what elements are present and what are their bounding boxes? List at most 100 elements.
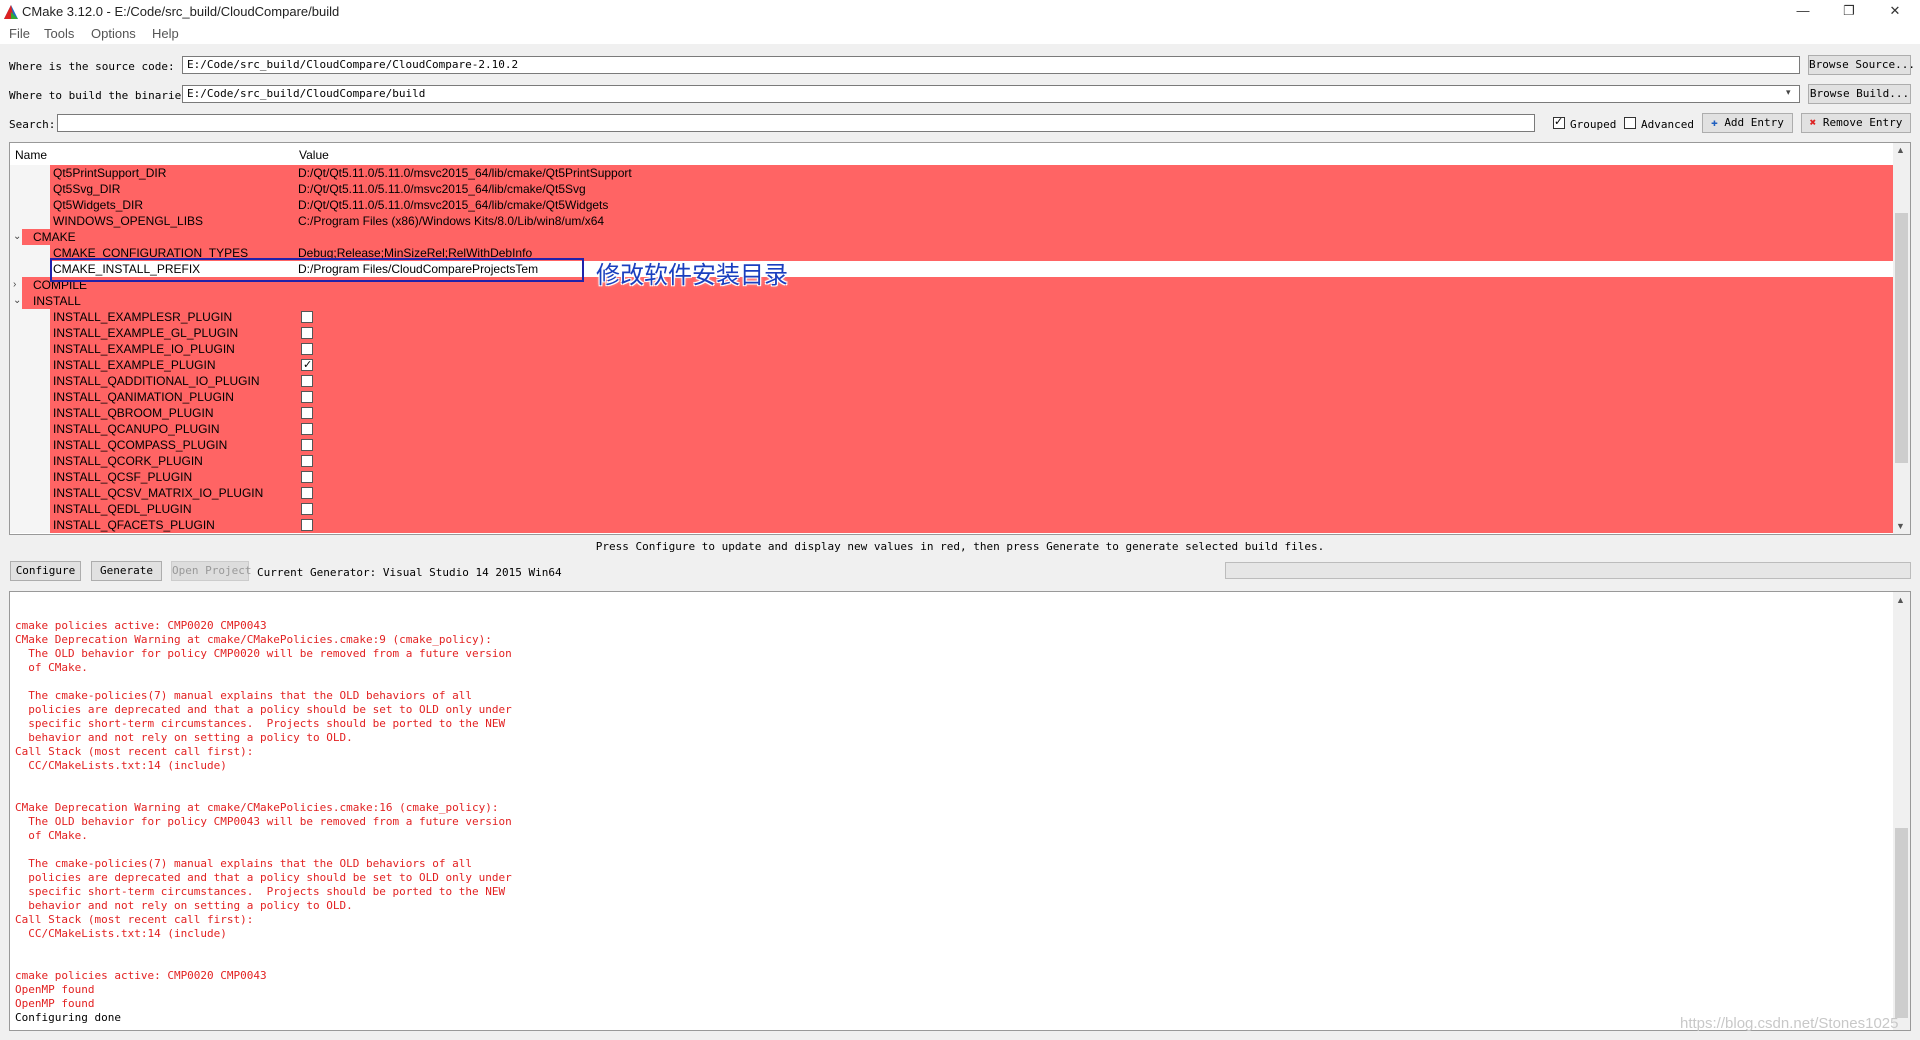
tree-row[interactable]: INSTALL_EXAMPLE_PLUGIN [10,357,1894,373]
log-line: Configuring done [15,1011,121,1024]
advanced-checkbox[interactable] [1624,117,1636,129]
tree-row[interactable]: INSTALL_QBROOM_PLUGIN [10,405,1894,421]
chevron-down-icon[interactable]: ⌄ [13,229,21,245]
entry-value[interactable]: D:/Qt/Qt5.11.0/5.11.0/msvc2015_64/lib/cm… [298,165,632,181]
menu-file[interactable]: File [9,26,30,41]
entry-checkbox[interactable] [301,423,313,435]
entry-name: INSTALL_EXAMPLE_PLUGIN [53,358,216,372]
entry-name: INSTALL_QADDITIONAL_IO_PLUGIN [53,374,260,388]
log-text: cmake policies active: CMP0020 CMP0043 C… [15,619,512,1025]
entry-checkbox[interactable] [301,439,313,451]
entry-value[interactable]: C:/Program Files (x86)/Windows Kits/8.0/… [298,213,604,229]
entry-name: INSTALL_QCSV_MATRIX_IO_PLUGIN [53,486,264,500]
row-indent [10,261,50,277]
log-line: of CMake. [15,829,88,842]
close-button[interactable]: ✕ [1872,0,1918,24]
entry-checkbox[interactable] [301,455,313,467]
entry-checkbox[interactable] [301,357,313,373]
progress-bar [1225,562,1911,579]
row-highlight [50,453,1894,469]
menu-help[interactable]: Help [152,26,179,41]
source-path-input[interactable]: E:/Code/src_build/CloudCompare/CloudComp… [182,56,1800,74]
entry-value[interactable]: D:/Qt/Qt5.11.0/5.11.0/msvc2015_64/lib/cm… [298,181,586,197]
row-indent [10,181,50,197]
configure-button[interactable]: Configure [10,561,81,581]
tree-row[interactable]: INSTALL_EXAMPLE_GL_PLUGIN [10,325,1894,341]
entry-checkbox[interactable] [301,327,313,339]
tree-row[interactable]: INSTALL_QFACETS_PLUGIN [10,517,1894,533]
entry-checkbox[interactable] [301,407,313,419]
entry-checkbox[interactable] [301,343,313,355]
grouped-checkbox[interactable] [1553,115,1565,129]
tree-row[interactable]: Qt5PrintSupport_DIR D:/Qt/Qt5.11.0/5.11.0… [10,165,1894,181]
scroll-up-icon[interactable]: ▲ [1896,595,1905,605]
tree-row[interactable]: INSTALL_QCSF_PLUGIN [10,469,1894,485]
row-indent [10,517,50,533]
cmake-logo-icon [4,5,18,19]
tree-scroll-thumb[interactable] [1895,213,1908,463]
menu-bar: File Tools Options Help [0,24,1920,44]
tree-row[interactable]: INSTALL_QCOMPASS_PLUGIN [10,437,1894,453]
tree-row[interactable]: INSTALL_QEDL_PLUGIN [10,501,1894,517]
menu-tools[interactable]: Tools [44,26,74,41]
search-input[interactable] [57,114,1535,132]
add-entry-label: Add Entry [1724,116,1784,129]
row-highlight [50,325,1894,341]
tree-row[interactable]: INSTALL_QCSV_MATRIX_IO_PLUGIN [10,485,1894,501]
tree-row[interactable]: Qt5Svg_DIR D:/Qt/Qt5.11.0/5.11.0/msvc2015… [10,181,1894,197]
tree-group[interactable]: ⌄ INSTALL [10,293,1894,309]
scroll-up-icon[interactable]: ▲ [1896,145,1905,155]
scroll-down-icon[interactable]: ▼ [1896,521,1905,531]
tree-row[interactable]: INSTALL_EXAMPLE_IO_PLUGIN [10,341,1894,357]
tree-row[interactable]: INSTALL_QANIMATION_PLUGIN [10,389,1894,405]
entry-checkbox[interactable] [301,503,313,515]
entry-checkbox[interactable] [301,519,313,531]
tree-group[interactable]: ⌄ CMAKE [10,229,1894,245]
chevron-down-icon[interactable]: ⌄ [13,293,21,309]
tree-row[interactable]: Qt5Widgets_DIR D:/Qt/Qt5.11.0/5.11.0/msvc… [10,197,1894,213]
add-entry-button[interactable]: ✚ Add Entry [1702,113,1793,133]
open-project-button[interactable]: Open Project [171,561,251,581]
browse-source-button[interactable]: Browse Source... [1808,55,1915,75]
entry-checkbox[interactable] [301,487,313,499]
log-line: Call Stack (most recent call first): [15,913,254,926]
cache-tree[interactable]: Name Value Qt5PrintSupport_DIR D:/Qt/Qt5.… [9,142,1911,535]
entry-checkbox[interactable] [301,471,313,483]
log-scroll-thumb[interactable] [1895,828,1908,1018]
remove-entry-button[interactable]: ✖ Remove Entry [1801,113,1911,133]
log-line: CMake Deprecation Warning at cmake/CMake… [15,801,499,814]
row-highlight [50,437,1894,453]
column-header-name[interactable]: Name [15,148,47,162]
generate-button[interactable]: Generate [91,561,162,581]
remove-entry-label: Remove Entry [1822,116,1903,129]
row-highlight [22,293,1894,309]
tree-row[interactable]: INSTALL_QCORK_PLUGIN [10,453,1894,469]
menu-options[interactable]: Options [91,26,136,41]
tree-row[interactable]: WINDOWS_OPENGL_LIBS C:/Program Files (x86… [10,213,1894,229]
entry-name: Qt5Svg_DIR [53,182,121,196]
log-line: The OLD behavior for policy CMP0020 will… [15,647,512,660]
tree-scrollbar[interactable]: ▲ ▼ [1893,143,1910,534]
entry-checkbox[interactable] [301,375,313,387]
tree-row[interactable]: INSTALL_QADDITIONAL_IO_PLUGIN [10,373,1894,389]
chevron-right-icon[interactable]: › [13,277,16,293]
current-generator: Current Generator: Visual Studio 14 2015… [257,566,562,579]
build-path-combobox[interactable]: E:/Code/src_build/CloudCompare/build [182,85,1800,103]
row-indent [10,485,50,501]
column-header-value[interactable]: Value [299,148,329,162]
log-scrollbar[interactable]: ▲ [1893,592,1910,1030]
output-log[interactable]: cmake policies active: CMP0020 CMP0043 C… [9,591,1911,1031]
entry-name: INSTALL_EXAMPLE_GL_PLUGIN [53,326,239,340]
row-highlight [50,485,1894,501]
restore-button[interactable]: ❐ [1826,0,1872,24]
entry-value[interactable]: D:/Qt/Qt5.11.0/5.11.0/msvc2015_64/lib/cm… [298,197,608,213]
minimize-button[interactable]: — [1780,0,1826,24]
tree-row[interactable]: INSTALL_EXAMPLESR_PLUGIN [10,309,1894,325]
browse-build-button[interactable]: Browse Build... [1808,84,1911,104]
chevron-down-icon[interactable]: ▾ [1786,87,1791,98]
log-line: cmake policies active: CMP0020 CMP0043 [15,619,267,632]
entry-name: INSTALL_QCSF_PLUGIN [53,470,193,484]
entry-checkbox[interactable] [301,391,313,403]
tree-row[interactable]: INSTALL_QCANUPO_PLUGIN [10,421,1894,437]
entry-checkbox[interactable] [301,311,313,323]
